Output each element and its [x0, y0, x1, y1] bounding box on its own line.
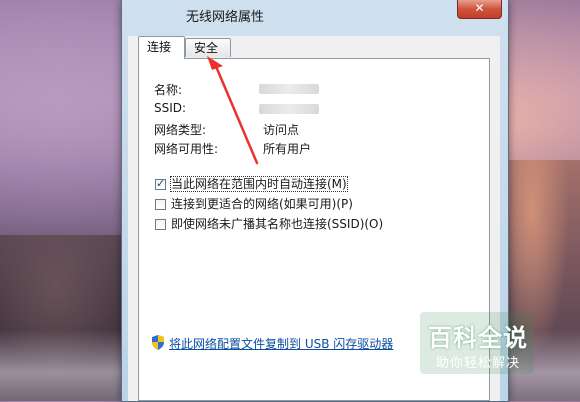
auto-connect-label: 当此网络在范围内时自动连接(M) [170, 176, 348, 192]
network-type-label: 网络类型: [154, 123, 207, 137]
auto-connect-checkbox[interactable] [155, 177, 166, 190]
connect-preferred-label: 连接到更适合的网络(如果可用)(P) [171, 197, 353, 211]
auto-connect-option[interactable]: 当此网络在范围内时自动连接(M) [155, 175, 348, 192]
network-availability-value: 所有用户 [263, 142, 312, 156]
network-type-value: 访问点 [263, 123, 300, 137]
hidden-ssid-option[interactable]: 即使网络未广播其名称也连接(SSID)(O) [155, 215, 383, 232]
watermark-tagline: 助你轻松解决 [436, 356, 521, 371]
connect-preferred-option[interactable]: 连接到更适合的网络(如果可用)(P) [155, 195, 353, 212]
watermark-logo: 百科全说 [428, 324, 528, 352]
name-label: 名称: [154, 83, 183, 97]
copy-profile-link[interactable]: 将此网络配置文件复制到 USB 闪存驱动器 [169, 335, 393, 352]
window-title: 无线网络属性 [186, 10, 265, 25]
ssid-label: SSID: [154, 101, 187, 115]
ssid-value-redacted [259, 104, 319, 114]
tab-connection[interactable]: 连接 [138, 36, 185, 59]
uac-shield-icon [152, 335, 164, 350]
close-button[interactable]: ✕ [457, 0, 502, 19]
network-availability-label: 网络可用性: [154, 142, 219, 156]
name-value-redacted [259, 84, 319, 94]
hidden-ssid-label: 即使网络未广播其名称也连接(SSID)(O) [171, 217, 384, 231]
hidden-ssid-checkbox[interactable] [155, 219, 166, 230]
close-icon: ✕ [474, 1, 485, 15]
connect-preferred-checkbox[interactable] [155, 199, 166, 210]
title-bar[interactable]: 无线网络属性 ✕ [122, 0, 508, 32]
tab-security[interactable]: 安全 [185, 38, 231, 57]
